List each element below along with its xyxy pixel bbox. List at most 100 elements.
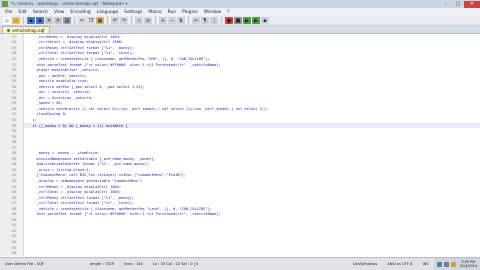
zoom-out-icon[interactable]: − [168,17,176,24]
code-text[interactable]: _display = uiNamespace getVariable "Load… [24,179,143,183]
show-all-chars-icon[interactable]: ¶ [201,17,209,24]
code-text[interactable]: _vehicle = createVehicle [_classname, ge… [24,57,210,61]
status-filetype: User Define File - SQF [5,262,44,266]
code-text[interactable]: _pos = getPos _vehicle; [24,74,87,78]
record-macro-icon[interactable]: ● [225,17,233,24]
menu-item-macro[interactable]: Macro [145,10,164,15]
open-file-icon[interactable]: ▭ [12,17,20,24]
sync-scroll-icon[interactable]: ⇅ [177,17,185,24]
code-text[interactable]: _ctrlMoney ctrlSetText format ["%1", _mo… [24,196,134,200]
save-icon[interactable]: ▪ [27,17,35,24]
menu-item-edit[interactable]: Edit [15,10,30,15]
network-icon[interactable] [436,261,442,267]
redo-icon[interactable]: ↷ [120,17,128,24]
code-text[interactable]: hint parseText format ["<t color='#FF000… [24,63,221,67]
new-file-icon[interactable]: ▫ [3,17,11,24]
system-tray: 5:09 PM 3/14/2014 [433,257,480,270]
replace-icon[interactable]: ⇄ [144,17,152,24]
code-text[interactable]: _ctrlMoney ctrlSetText format ["%1", _mo… [24,46,134,50]
code-text[interactable]: _vehicle = createVehicle [_classname, ge… [24,207,212,211]
menu-item-plugins[interactable]: Plugins [179,10,201,15]
code-text[interactable]: }; [24,118,36,122]
close-window-button[interactable]: ✕ [464,0,480,8]
play-macro-icon[interactable]: ▶ [243,17,251,24]
undo-icon[interactable]: ↶ [111,17,119,24]
paste-icon[interactable]: ▦ [96,17,104,24]
code-text[interactable]: publicVariableServer format ["%1", _pre_… [24,162,150,166]
tab-label: vehicleshop.sqf [12,27,45,33]
find-icon[interactable]: ⌕ [135,17,143,24]
code-text[interactable]: hint parseText format ["<t color='#FF000… [24,212,221,216]
close-all-icon[interactable]: ✕ [54,17,62,24]
menu-bar: File Edit Search View Encoding Language Settin… [0,8,480,16]
code-text[interactable]: if ((_money > 0) && (_money < 1)) exitWi… [24,124,127,128]
status-bar: User Define File - SQF length : 7329 lin… [0,257,480,270]
minimize-button[interactable]: – [440,1,452,8]
code-text[interactable]: missionNamespace setVariable [_pre_name_… [24,157,156,161]
code-editor[interactable]: 17 _ctrlMoney = _display displayCtrl 100… [0,34,480,257]
code-text[interactable]: _speed = 50; [24,101,63,105]
menu-item-language[interactable]: Language [94,10,122,15]
toolbar-separator [155,17,156,24]
code-text[interactable]: _ctrlSelect = _display displayCtrl 1500; [24,40,124,44]
code-text[interactable]: _ctrlTotal = _display displayCtrl 1005; [24,190,121,194]
indent-guide-icon[interactable]: ┆ [210,17,218,24]
code-text[interactable]: _ctrlTotal ctrlSetText format ["%1", _to… [24,51,134,55]
save-macro-icon[interactable]: ▪ [261,17,269,24]
toolbar-separator [188,17,189,24]
menu-item-settings[interactable]: Settings [121,10,145,15]
zoom-in-icon[interactable]: + [159,17,167,24]
close-file-icon[interactable]: ✕ [45,17,53,24]
status-position: Ln : 33 Col : 22 Sel : 0 | 0 [152,262,199,266]
cut-icon[interactable]: ✂ [78,17,86,24]
status-eol: Dos\Windows [353,262,378,266]
code-text[interactable]: _money = _money - _itemPrice; [24,151,100,155]
tab-bar: vehicleshop.sqf [0,26,480,34]
menu-item-window[interactable]: Window [201,10,224,15]
flag-icon[interactable] [450,261,456,267]
saved-status-icon [7,28,10,32]
code-text[interactable]: _dir = direction _vehicle; [24,96,93,100]
menu-item-search[interactable]: Search [30,10,51,15]
toolbar-separator [74,17,75,24]
word-wrap-icon[interactable]: ↵ [192,17,200,24]
menu-item-view[interactable]: View [51,10,67,15]
code-text[interactable]: closeDialog 0; [24,112,67,116]
toolbar-separator [221,17,222,24]
copy-icon[interactable]: ❐ [87,17,95,24]
toolbar-separator [23,17,24,24]
code-text[interactable]: _ctrlMoney = _display displayCtrl 1004; [24,185,121,189]
toolbar: ▫ ▭ ▪ ▪ ✕ ✕ ▤ ✂ ❐ ▦ ↶ ↷ ⌕ ⇄ + − ⇅ ↵ ¶ ┆ ● ■ ▶ ▶ ▪ [0,16,480,26]
tab-vehicleshop[interactable]: vehicleshop.sqf [2,26,50,33]
menu-item-help[interactable]: ? [224,10,232,15]
menu-item-run[interactable]: Run [165,10,179,15]
code-text[interactable]: _ctrlTotal ctrlSetText format ["%1", _to… [24,201,134,205]
status-lines: lines : 144 [124,262,143,266]
run-macro-icon[interactable]: ▶ [252,17,260,24]
menu-item-file[interactable]: File [2,10,15,15]
status-mode: INS [422,262,429,266]
window-title: *C:\Users\...\Desktop\...\vehicleshop.sq… [11,1,129,7]
menu-item-encoding[interactable]: Encoding [67,10,93,15]
code-text[interactable]: _vehicle enableSim true; [24,79,89,83]
save-all-icon[interactable]: ▪ [36,17,44,24]
code-text[interactable]: ["LoadoutMenu" call BIS_fnc_rscLayer] cu… [24,173,186,177]
code-text[interactable]: _ctrlMoney = _display displayCtrl 1004; [24,35,121,39]
print-icon[interactable]: ▤ [63,17,71,24]
code-line[interactable]: 56 [0,250,480,256]
notepad-plus-plus-icon [2,1,8,7]
code-text[interactable]: _vel = velocity _vehicle; [24,90,91,94]
code-text[interactable]: player moveInDriver _vehicle; [24,68,100,72]
fold-margin[interactable] [18,250,24,256]
code-text[interactable]: _vehicle setVelocity [(_vel select 0)+(s… [24,107,269,111]
toolbar-separator [107,17,108,24]
code-text[interactable]: _vehicle setPos [_pos select 0, _pos sel… [24,85,145,89]
status-encoding: ANSI as UTF-8 [387,262,413,266]
toolbar-separator [131,17,132,24]
maximize-button[interactable]: □ [452,1,464,8]
code-text[interactable]: _price = [string player]; [24,168,91,172]
title-bar: *C:\Users\...\Desktop\...\vehicleshop.sq… [0,0,480,8]
clock[interactable]: 5:09 PM 3/14/2014 [458,260,477,268]
volume-icon[interactable] [443,261,449,267]
stop-macro-icon[interactable]: ■ [234,17,242,24]
